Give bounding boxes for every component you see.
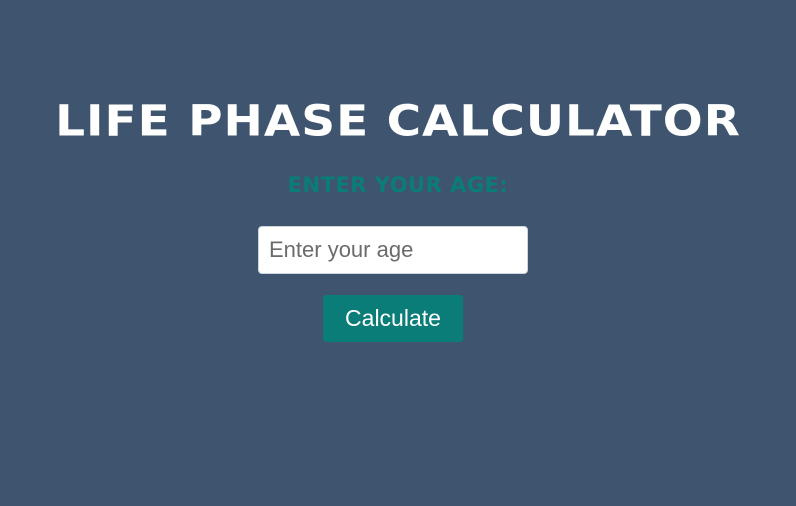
calculate-button[interactable]: Calculate — [323, 295, 463, 342]
age-input[interactable] — [258, 226, 528, 274]
age-label: ENTER YOUR AGE: — [287, 173, 509, 197]
page-title: LIFE PHASE CALCULATOR — [55, 97, 741, 147]
page: LIFE PHASE CALCULATOR ENTER YOUR AGE: Ca… — [0, 0, 796, 506]
